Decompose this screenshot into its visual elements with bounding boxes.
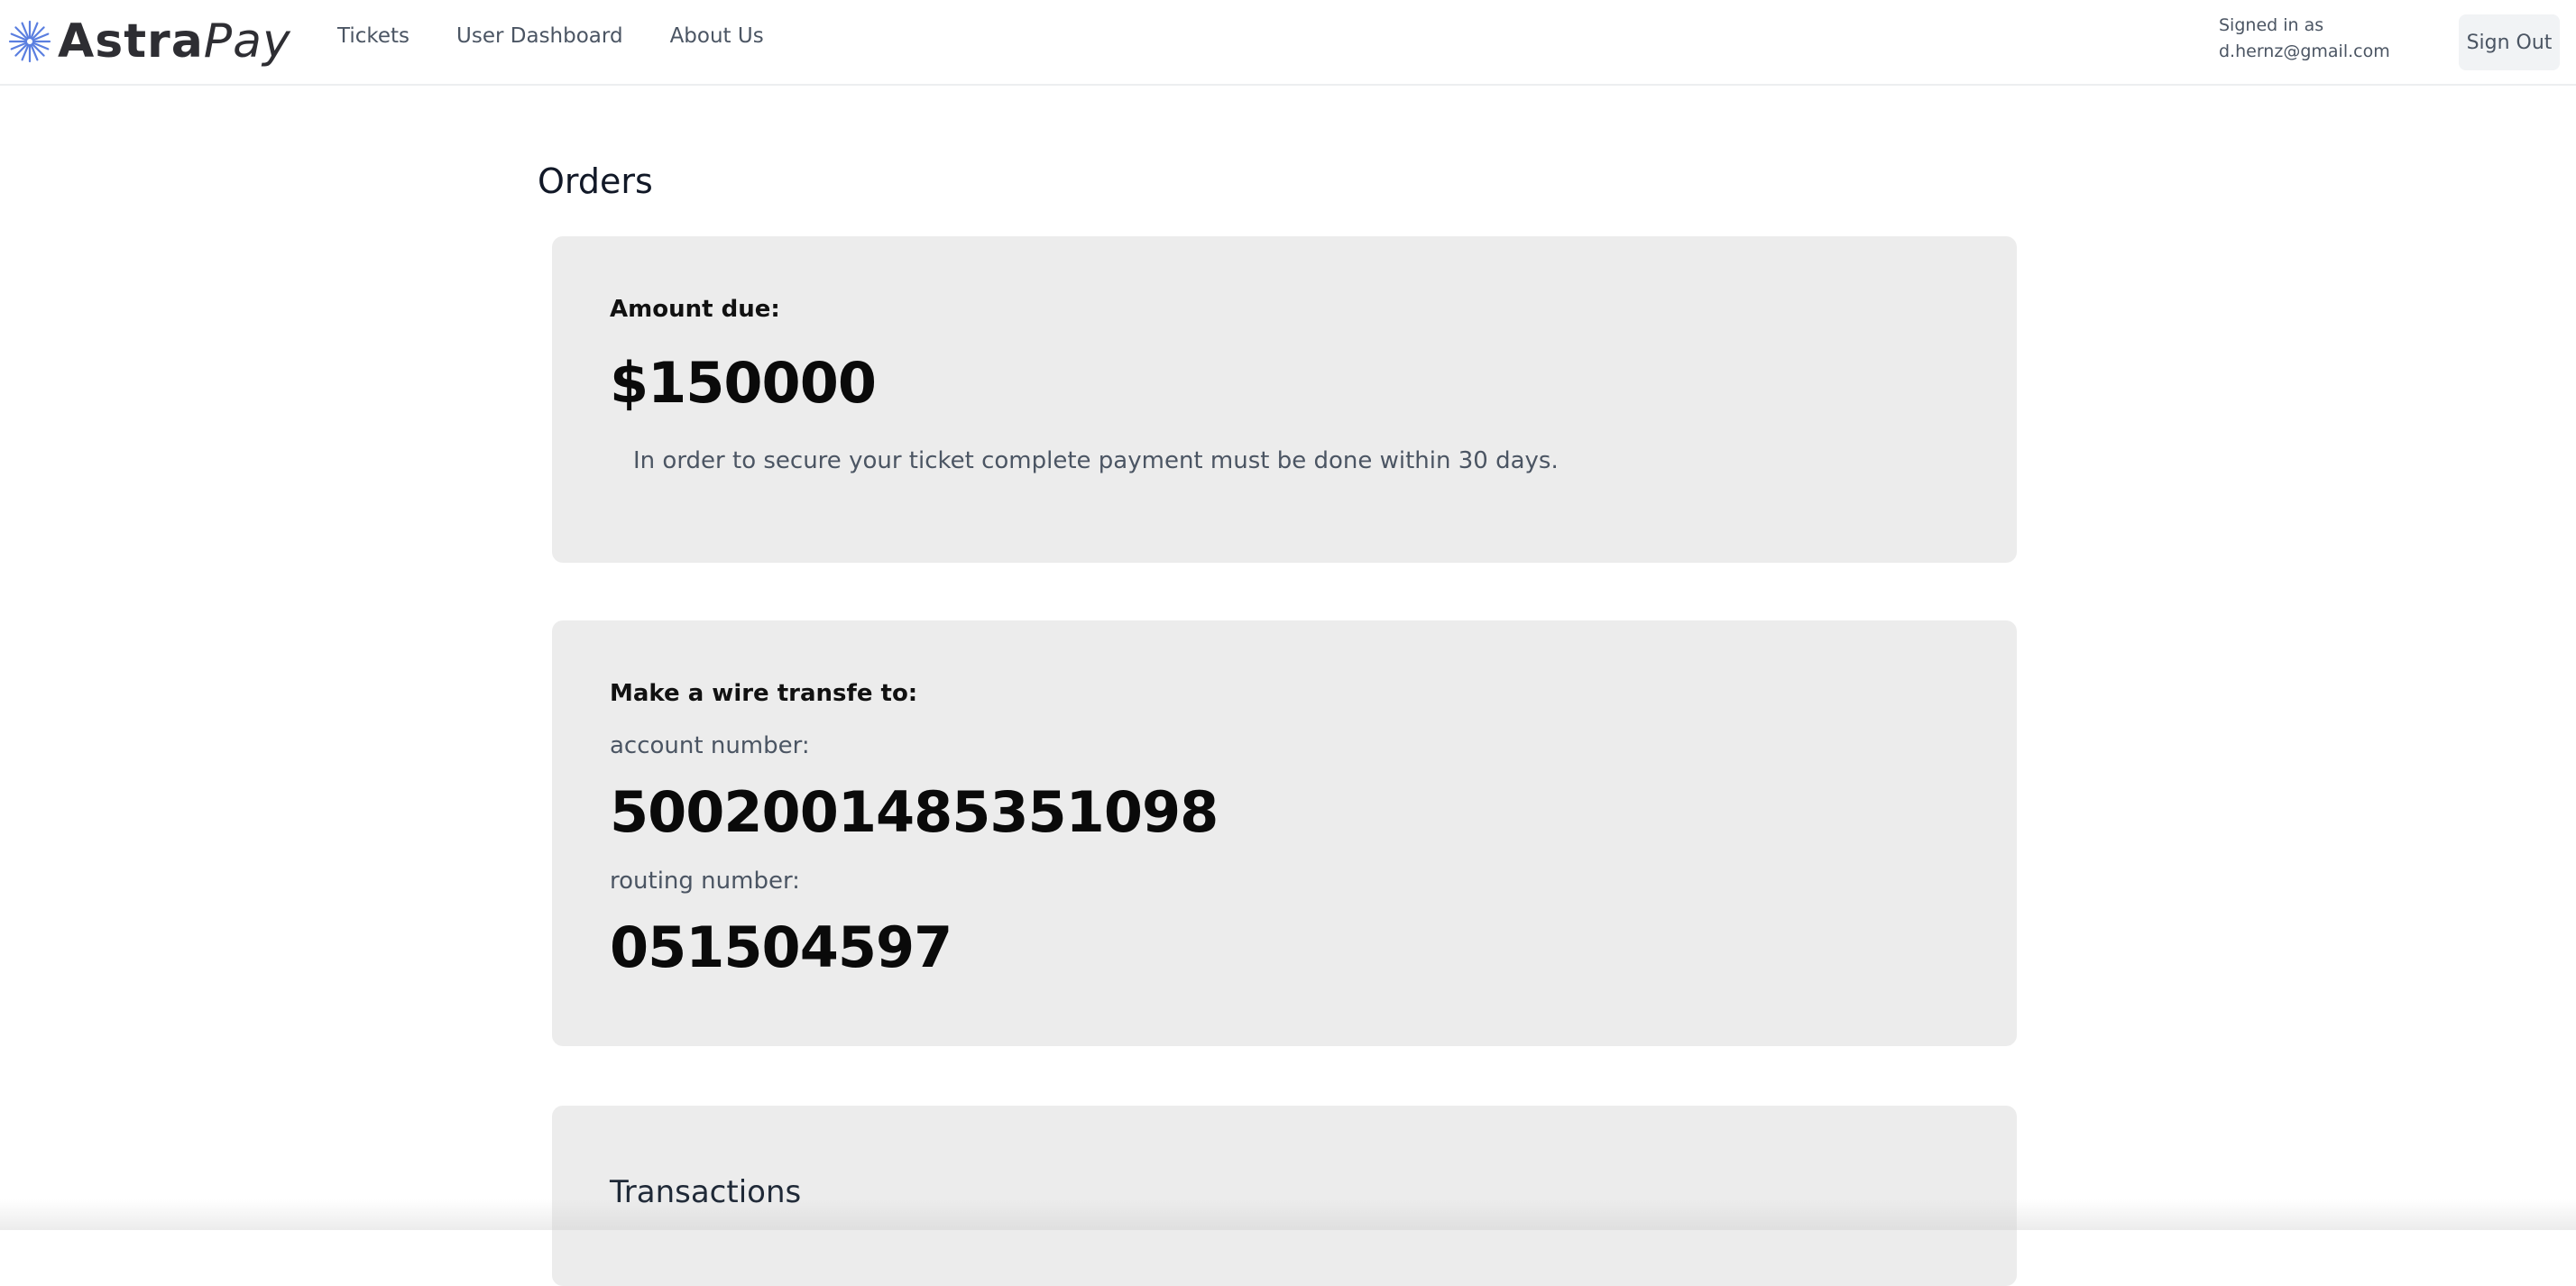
transactions-card: Transactions: [552, 1106, 2017, 1286]
brand-name: AstraPay: [58, 14, 291, 69]
nav-user-dashboard[interactable]: User Dashboard: [456, 20, 623, 52]
payment-note: In order to secure your ticket complete …: [633, 447, 1559, 474]
account-number-value: 5002001485351098: [610, 779, 1219, 845]
user-email: d.hernz@gmail.com: [2219, 41, 2390, 61]
main-nav: Tickets User Dashboard About Us: [337, 20, 811, 52]
signed-in-info: Signed in as d.hernz@gmail.com: [2219, 13, 2390, 65]
amount-due-card: Amount due: $150000 In order to secure y…: [552, 236, 2017, 563]
transactions-title: Transactions: [610, 1174, 802, 1210]
page-title: Orders: [538, 161, 653, 201]
account-number-label: account number:: [610, 732, 810, 759]
wire-transfer-card: Make a wire transfe to: account number: …: [552, 620, 2017, 1046]
amount-due-value: $150000: [610, 350, 877, 416]
amount-due-label: Amount due:: [610, 296, 780, 323]
brand-logo[interactable]: AstraPay: [7, 14, 291, 69]
brand-name-part2: Pay: [203, 14, 291, 69]
sign-out-button[interactable]: Sign Out: [2459, 14, 2560, 70]
nav-about-us[interactable]: About Us: [670, 20, 764, 52]
starburst-icon: [8, 20, 51, 63]
routing-number-value: 051504597: [610, 914, 952, 980]
routing-number-label: routing number:: [610, 868, 800, 895]
top-header: AstraPay Tickets User Dashboard About Us…: [0, 0, 2576, 86]
wire-transfer-title: Make a wire transfe to:: [610, 680, 918, 707]
signed-in-label: Signed in as: [2219, 15, 2324, 35]
brand-name-part1: Astra: [58, 14, 204, 69]
nav-tickets[interactable]: Tickets: [337, 20, 409, 52]
